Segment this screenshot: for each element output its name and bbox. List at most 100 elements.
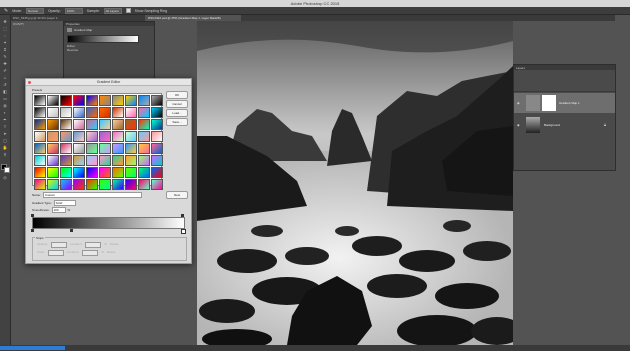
- gradient-preset-swatch[interactable]: [86, 167, 98, 178]
- gradient-preset-swatch[interactable]: [47, 107, 59, 118]
- gradient-preset-swatch[interactable]: [138, 143, 150, 154]
- smoothness-field[interactable]: 100: [51, 207, 66, 213]
- history-brush-icon[interactable]: ↺: [2, 82, 8, 87]
- healing-brush-icon[interactable]: ✚: [2, 61, 8, 66]
- new-button[interactable]: New: [166, 191, 188, 199]
- gradient-preset-swatch[interactable]: [73, 107, 85, 118]
- visibility-eye-icon[interactable]: ◉: [517, 123, 520, 127]
- gradient-preset-swatch[interactable]: [112, 143, 124, 154]
- gradient-preset-swatch[interactable]: [47, 119, 59, 130]
- gradient-preset-swatch[interactable]: [99, 119, 111, 130]
- gradient-preset-swatch[interactable]: [34, 167, 46, 178]
- gradient-preset-swatch[interactable]: [86, 107, 98, 118]
- gradient-preset-swatch[interactable]: [99, 155, 111, 166]
- gradient-preset-swatch[interactable]: [112, 95, 124, 106]
- gradient-preset-swatch[interactable]: [34, 119, 46, 130]
- cancel-button[interactable]: Cancel: [166, 100, 188, 108]
- quick-mask-icon[interactable]: ◎: [2, 175, 8, 180]
- eyedropper-icon[interactable]: ✎: [2, 54, 8, 59]
- color-stop-left[interactable]: [31, 229, 34, 232]
- gradient-preset-swatch[interactable]: [112, 107, 124, 118]
- sample-select[interactable]: All Layers: [103, 7, 122, 14]
- gradient-preset-swatch[interactable]: [86, 155, 98, 166]
- mode-select[interactable]: Normal: [25, 7, 44, 14]
- gradient-preset-swatch[interactable]: [125, 167, 137, 178]
- gradient-type-select[interactable]: Solid: [53, 200, 76, 206]
- path-select-icon[interactable]: ➤: [2, 131, 8, 136]
- gradient-preset-swatch[interactable]: [99, 179, 111, 190]
- gradient-preset-swatch[interactable]: [86, 143, 98, 154]
- background-color-swatch[interactable]: [4, 167, 10, 173]
- gradient-preset-swatch[interactable]: [112, 155, 124, 166]
- gradient-preset-swatch[interactable]: [112, 131, 124, 142]
- color-stop-mid[interactable]: [70, 229, 73, 232]
- gradient-preset-swatch[interactable]: [73, 95, 85, 106]
- gradient-preset-swatch[interactable]: [112, 119, 124, 130]
- gradient-preset-swatch[interactable]: [125, 107, 137, 118]
- gradient-preset-swatch[interactable]: [151, 119, 163, 130]
- gradient-preset-swatch[interactable]: [138, 167, 150, 178]
- marquee-tool-icon[interactable]: ⬚: [2, 26, 8, 31]
- gradient-preset-swatch[interactable]: [73, 167, 85, 178]
- gradient-preset-swatch[interactable]: [34, 143, 46, 154]
- load-button[interactable]: Load...: [166, 109, 188, 117]
- crop-tool-icon[interactable]: ⌗: [2, 47, 8, 52]
- gradient-preset-swatch[interactable]: [99, 167, 111, 178]
- opacity-field[interactable]: 100%: [64, 7, 83, 14]
- gradient-tool-icon[interactable]: ▭: [2, 96, 8, 101]
- delete-opacity-stop-button[interactable]: Delete: [110, 242, 119, 248]
- gradient-preset-swatch[interactable]: [125, 95, 137, 106]
- stop-color-swatch[interactable]: [48, 250, 65, 256]
- delete-color-stop-button[interactable]: Delete: [107, 250, 116, 256]
- stop-opacity-field[interactable]: [51, 242, 68, 248]
- gradient-preset-swatch[interactable]: [99, 95, 111, 106]
- gradient-preset-swatch[interactable]: [151, 179, 163, 190]
- gradient-preset-swatch[interactable]: [138, 155, 150, 166]
- gradient-preset-swatch[interactable]: [86, 179, 98, 190]
- gradient-preset-swatch[interactable]: [47, 131, 59, 142]
- gradient-preset-swatch[interactable]: [125, 179, 137, 190]
- gradient-preset-swatch[interactable]: [125, 131, 137, 142]
- gradient-preset-swatch[interactable]: [34, 155, 46, 166]
- layer-mask-thumbnail[interactable]: [542, 95, 556, 111]
- gradient-preset-swatch[interactable]: [60, 179, 72, 190]
- shape-tool-icon[interactable]: ▢: [2, 138, 8, 143]
- stop-location-field[interactable]: [85, 242, 102, 248]
- gradient-preset-swatch[interactable]: [60, 131, 72, 142]
- sampling-ring-checkbox[interactable]: [125, 8, 131, 13]
- color-stop-right[interactable]: [181, 229, 186, 234]
- dodge-tool-icon[interactable]: ◐: [2, 110, 8, 115]
- type-tool-icon[interactable]: T: [2, 124, 8, 129]
- gradient-preset-swatch[interactable]: [34, 131, 46, 142]
- move-tool-icon[interactable]: ✥: [2, 19, 8, 24]
- gradient-preset-swatch[interactable]: [138, 179, 150, 190]
- document-canvas[interactable]: [197, 21, 513, 345]
- clone-stamp-icon[interactable]: ⊥: [2, 75, 8, 80]
- opacity-stop-left[interactable]: [31, 214, 34, 217]
- gradient-preset-swatch[interactable]: [99, 131, 111, 142]
- gradient-preset-swatch[interactable]: [151, 131, 163, 142]
- gradient-preset-swatch[interactable]: [125, 155, 137, 166]
- tab-document-1[interactable]: DSC_5345.jpg @ 33.3% (Layer 1, RGB/8*): [10, 15, 64, 26]
- gradient-preset-swatch[interactable]: [60, 167, 72, 178]
- gradient-preset-swatch[interactable]: [60, 119, 72, 130]
- gradient-map-preview[interactable]: [67, 35, 139, 43]
- gradient-preset-swatch[interactable]: [151, 107, 163, 118]
- gradient-preset-swatch[interactable]: [34, 179, 46, 190]
- gradient-preset-swatch[interactable]: [138, 131, 150, 142]
- visibility-eye-icon[interactable]: ◉: [517, 101, 520, 105]
- save-button[interactable]: Save...: [166, 118, 188, 126]
- gradient-preset-swatch[interactable]: [47, 155, 59, 166]
- stop-color-location-field[interactable]: [82, 250, 99, 256]
- gradient-preset-swatch[interactable]: [73, 155, 85, 166]
- gradient-preset-swatch[interactable]: [151, 155, 163, 166]
- gradient-preset-swatch[interactable]: [151, 167, 163, 178]
- opacity-stop-right[interactable]: [181, 214, 184, 217]
- eyedropper-tool-icon[interactable]: ✎: [4, 8, 8, 14]
- gradient-preset-swatch[interactable]: [138, 119, 150, 130]
- gradient-preset-swatch[interactable]: [99, 107, 111, 118]
- gradient-preset-swatch[interactable]: [86, 119, 98, 130]
- gradient-preset-swatch[interactable]: [86, 95, 98, 106]
- gradient-preset-swatch[interactable]: [73, 119, 85, 130]
- gradient-preset-swatch[interactable]: [151, 143, 163, 154]
